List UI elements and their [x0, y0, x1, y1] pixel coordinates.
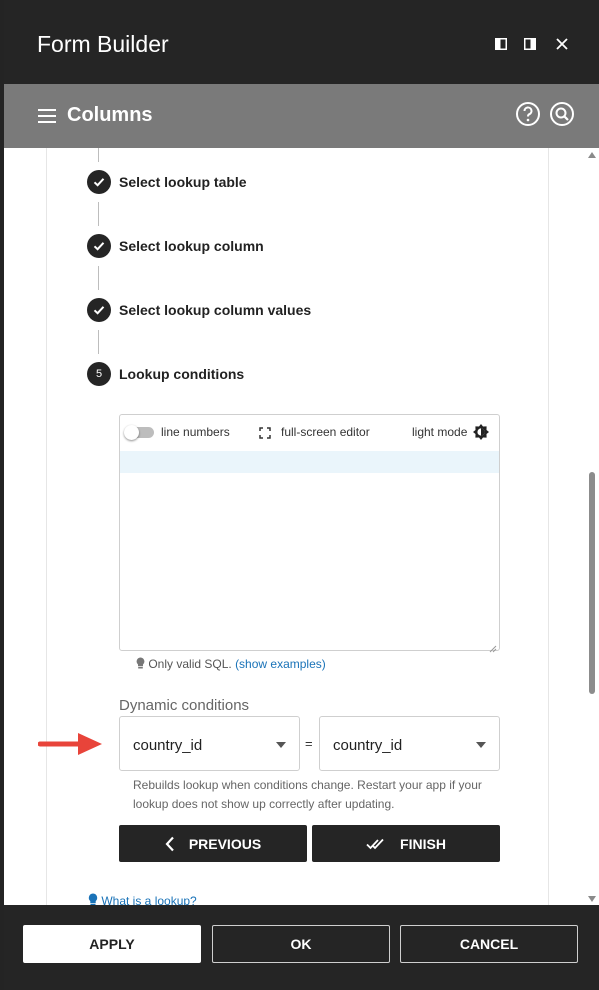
dynamic-conditions-help: Rebuilds lookup when conditions change. … [133, 778, 482, 811]
show-examples-link[interactable]: (show examples) [235, 657, 326, 671]
double-check-icon [366, 838, 386, 850]
step-label-lookup-table[interactable]: Select lookup table [119, 174, 247, 190]
previous-button[interactable]: PREVIOUS [119, 825, 307, 862]
content-area: Select lookup table Select lookup column… [8, 148, 599, 905]
sql-editor[interactable]: line numbers full-screen editor light mo… [119, 414, 500, 653]
finish-label: FINISH [400, 835, 446, 852]
editor-active-line[interactable] [120, 451, 499, 473]
lightbulb-icon [136, 657, 145, 672]
sql-hint: Only valid SQL. (show examples) [136, 657, 326, 672]
condition-right-select[interactable]: country_id [319, 716, 500, 771]
fullscreen-label[interactable]: full-screen editor [281, 425, 370, 439]
finish-button[interactable]: FINISH [312, 825, 500, 862]
title-bar: Form Builder [4, 0, 599, 84]
chevron-down-icon [276, 742, 286, 748]
search-icon[interactable] [549, 101, 575, 127]
resize-grip-icon[interactable] [489, 640, 497, 653]
what-is-lookup-link[interactable]: What is a lookup? [88, 893, 197, 905]
dock-left-icon[interactable] [491, 34, 511, 54]
brightness-icon[interactable] [472, 423, 490, 446]
close-icon[interactable] [552, 34, 572, 54]
step-connector [98, 202, 99, 226]
step-check-icon [87, 298, 111, 322]
scroll-down-icon[interactable] [588, 896, 596, 902]
scroll-up-icon[interactable] [588, 152, 596, 158]
step-connector [98, 266, 99, 290]
step-connector [98, 148, 99, 162]
editor-toolbar: line numbers full-screen editor light mo… [120, 415, 499, 451]
fullscreen-icon[interactable] [259, 426, 271, 444]
section-header: Columns [4, 84, 599, 148]
scrollbar[interactable] [585, 148, 599, 905]
what-is-lookup-label: What is a lookup? [101, 894, 197, 905]
step-check-icon [87, 234, 111, 258]
window-title: Form Builder [37, 31, 169, 57]
line-numbers-toggle[interactable] [124, 425, 154, 440]
sql-hint-text: Only valid SQL. [148, 657, 232, 671]
help-icon[interactable] [515, 101, 541, 127]
dock-right-icon[interactable] [520, 34, 540, 54]
scrollbar-thumb[interactable] [589, 472, 595, 694]
step-label-lookup-conditions: Lookup conditions [119, 366, 245, 382]
annotation-arrow-icon [38, 733, 102, 755]
cancel-button[interactable]: CANCEL [400, 925, 578, 963]
condition-left-select[interactable]: country_id [119, 716, 300, 771]
dialog-footer: APPLY OK CANCEL [4, 905, 599, 990]
chevron-down-icon [476, 742, 486, 748]
lightbulb-icon [88, 893, 98, 905]
form-builder-window: Form Builder Columns Select lookup table [0, 0, 599, 990]
ok-button[interactable]: OK [212, 925, 390, 963]
light-mode-label: light mode [412, 425, 468, 439]
menu-icon[interactable] [38, 109, 56, 123]
condition-left-value: country_id [133, 737, 203, 754]
step-number-badge: 5 [87, 362, 111, 386]
step-label-lookup-column[interactable]: Select lookup column [119, 238, 264, 254]
step-connector [98, 330, 99, 354]
dynamic-conditions-label: Dynamic conditions [119, 697, 250, 714]
condition-right-value: country_id [333, 737, 403, 754]
section-title: Columns [67, 104, 153, 126]
chevron-left-icon [165, 836, 175, 852]
previous-label: PREVIOUS [188, 835, 262, 852]
line-numbers-label: line numbers [161, 425, 230, 439]
condition-operator: = [305, 736, 313, 751]
step-label-column-values[interactable]: Select lookup column values [119, 302, 311, 318]
apply-button[interactable]: APPLY [23, 925, 201, 963]
step-check-icon [87, 170, 111, 194]
